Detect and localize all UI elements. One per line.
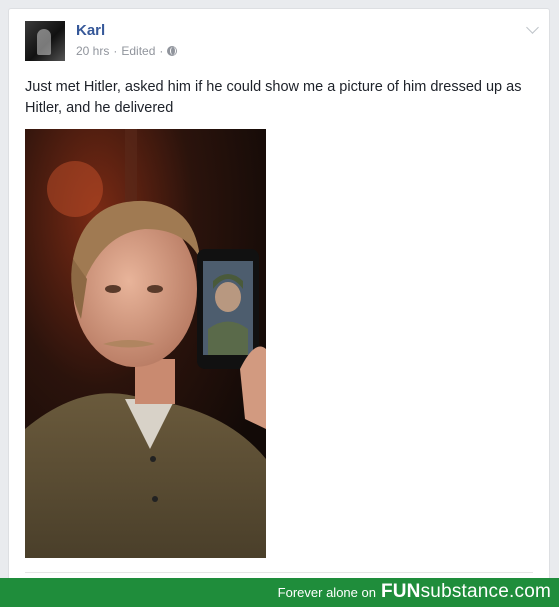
chevron-down-icon[interactable] (526, 21, 539, 34)
post-photo[interactable] (25, 129, 266, 558)
watermark-prefix: Forever alone on (277, 585, 376, 600)
watermark-logo: FUNsubstance.com (380, 581, 551, 602)
author-name[interactable]: Karl (76, 22, 105, 39)
brand-rest: substance.com (420, 581, 551, 602)
edited-label[interactable]: Edited (121, 44, 155, 58)
post-meta: 20 hrs · Edited · (76, 44, 178, 58)
brand-bold: FUN (380, 581, 421, 602)
post-text: Just met Hitler, asked him if he could s… (25, 79, 522, 116)
divider (25, 572, 533, 573)
post-time[interactable]: 20 hrs (76, 44, 109, 58)
meta-separator-2: · (159, 44, 164, 58)
avatar[interactable] (25, 21, 65, 61)
globe-icon[interactable] (167, 46, 178, 56)
watermark-text: Forever alone on FUNsubstance.com (277, 581, 551, 602)
avatar-figure (37, 29, 51, 55)
post-card: Karl 20 hrs · Edited · Just met Hitler, … (8, 8, 550, 588)
watermark-bar: Forever alone on FUNsubstance.com (0, 578, 559, 607)
meta-separator: · (113, 44, 118, 58)
